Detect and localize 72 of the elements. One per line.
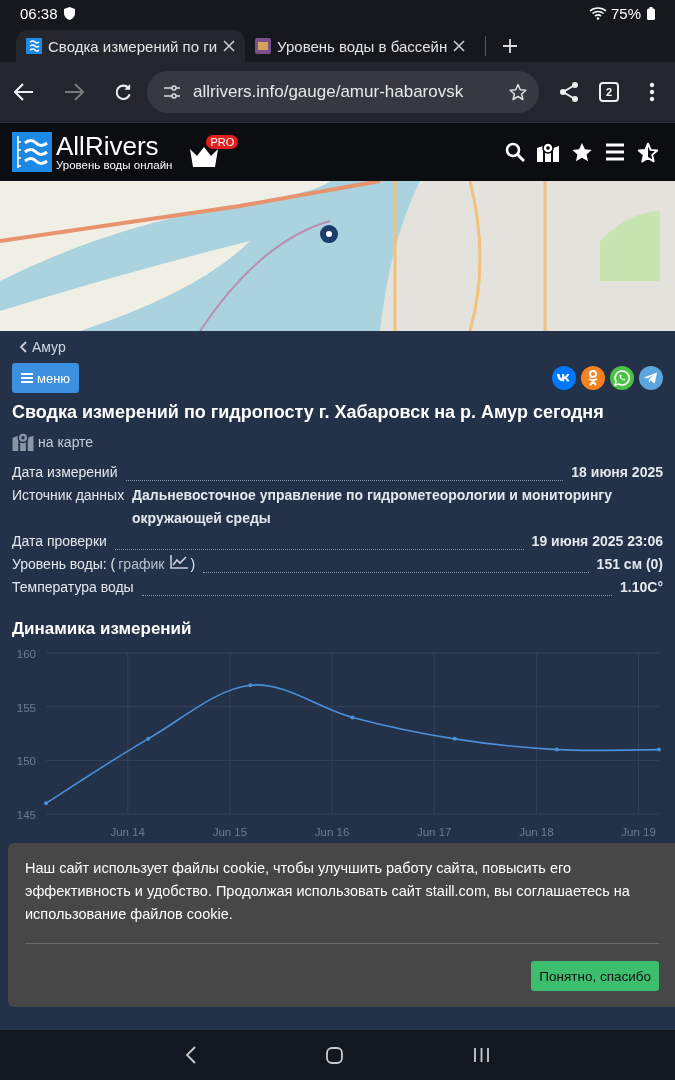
more-menu-icon[interactable] bbox=[649, 82, 655, 102]
close-icon[interactable] bbox=[223, 40, 236, 52]
field-value: 1.10C° bbox=[620, 578, 663, 597]
close-icon[interactable] bbox=[453, 40, 466, 52]
recent-apps-icon[interactable] bbox=[472, 1047, 490, 1063]
site-settings-icon[interactable] bbox=[163, 85, 181, 99]
waves-icon bbox=[26, 38, 42, 54]
field-value: 18 июня 2025 bbox=[571, 463, 663, 482]
field-value: 151 см (0) bbox=[596, 555, 663, 574]
pro-badge: PRO bbox=[206, 135, 239, 149]
shield-icon bbox=[63, 6, 75, 20]
field-value: 19 июня 2025 23:06 bbox=[531, 532, 663, 551]
data-point[interactable] bbox=[657, 747, 661, 752]
search-icon[interactable] bbox=[505, 142, 525, 162]
axis-tick-label: 150 bbox=[16, 755, 36, 768]
data-point[interactable] bbox=[350, 715, 355, 720]
battery-icon bbox=[647, 6, 655, 20]
tab-count-button[interactable]: 2 bbox=[599, 82, 619, 102]
plus-icon[interactable] bbox=[502, 38, 519, 54]
axis-tick-label: Jun 17 bbox=[416, 826, 452, 838]
forward-arrow-icon[interactable] bbox=[64, 83, 84, 101]
axis-tick-label: 145 bbox=[16, 809, 36, 821]
field-label: Источник данных bbox=[12, 486, 126, 505]
cookie-message: Наш сайт использует файлы cookie, чтобы улучшить работу сайта, повысить его эффективность и удобство. Продолжая использовать сайт staill.com, вы соглашаетесь на использование файлов cookie. bbox=[25, 859, 631, 924]
field-label: Уровень воды: ( bbox=[12, 555, 116, 574]
site-favicon-icon bbox=[255, 38, 272, 54]
field-label: Температура воды bbox=[12, 578, 134, 597]
map-link[interactable]: на карте bbox=[38, 433, 94, 450]
axis-tick-label: Jun 14 bbox=[110, 826, 145, 838]
map-pin-icon[interactable] bbox=[537, 142, 559, 162]
star-half-icon[interactable] bbox=[637, 141, 659, 163]
clock-time: 06:38 bbox=[20, 4, 58, 22]
star-outline-icon[interactable] bbox=[509, 83, 527, 101]
data-point[interactable] bbox=[44, 801, 48, 806]
field-value: Дальневосточное управление по гидрометеорологии и мониторингу окружающей среды bbox=[132, 486, 613, 528]
page-title: Сводка измерений по гидропосту г. Хабаровск на р. Амур сегодня bbox=[12, 401, 605, 424]
axis-tick-label: Jun 19 bbox=[621, 826, 656, 838]
section-heading: Динамика измерений bbox=[12, 619, 193, 639]
back-arrow-icon[interactable] bbox=[14, 83, 34, 101]
tab-title: Уровень воды в бассейн bbox=[277, 37, 448, 55]
site-logo[interactable]: AllRivers bbox=[56, 132, 173, 159]
star-icon[interactable] bbox=[571, 141, 593, 163]
data-point[interactable] bbox=[452, 736, 457, 741]
line-chart-icon[interactable] bbox=[170, 555, 189, 569]
battery-percent: 75% bbox=[610, 4, 641, 22]
axis-tick-label: Jun 18 bbox=[519, 826, 554, 838]
tab-title: Сводка измерений по ги bbox=[48, 37, 218, 55]
back-icon[interactable] bbox=[185, 1046, 196, 1064]
menu-icon[interactable] bbox=[605, 143, 625, 161]
axis-tick-label: Jun 16 bbox=[314, 826, 350, 838]
chevron-left-icon bbox=[20, 341, 27, 353]
breadcrumb-link[interactable]: Амур bbox=[20, 337, 663, 357]
axis-tick-label: Jun 15 bbox=[212, 826, 248, 838]
site-tagline: Уровень воды онлайн bbox=[56, 158, 173, 172]
wifi-icon bbox=[588, 6, 607, 20]
waves-logo-icon[interactable] bbox=[12, 132, 52, 172]
home-icon[interactable] bbox=[325, 1046, 343, 1064]
browser-tab[interactable]: Уровень воды в бассейн bbox=[245, 30, 476, 62]
browser-tab[interactable]: Сводка измерений по ги bbox=[16, 30, 246, 62]
accept-button[interactable]: Понятно, спасибо bbox=[531, 961, 659, 991]
data-point[interactable] bbox=[554, 747, 559, 752]
axis-tick-label: 160 bbox=[16, 648, 36, 660]
reload-icon[interactable] bbox=[114, 82, 133, 102]
field-label: Дата проверки bbox=[12, 532, 107, 551]
field-label: Дата измерений bbox=[12, 463, 118, 482]
chart-link[interactable]: график bbox=[118, 553, 165, 576]
axis-tick-label: 155 bbox=[16, 701, 36, 714]
field-label: ) bbox=[190, 555, 196, 574]
menu-icon bbox=[21, 373, 33, 383]
share-icon[interactable] bbox=[559, 81, 579, 103]
data-point[interactable] bbox=[146, 736, 151, 741]
data-point[interactable] bbox=[248, 683, 253, 688]
